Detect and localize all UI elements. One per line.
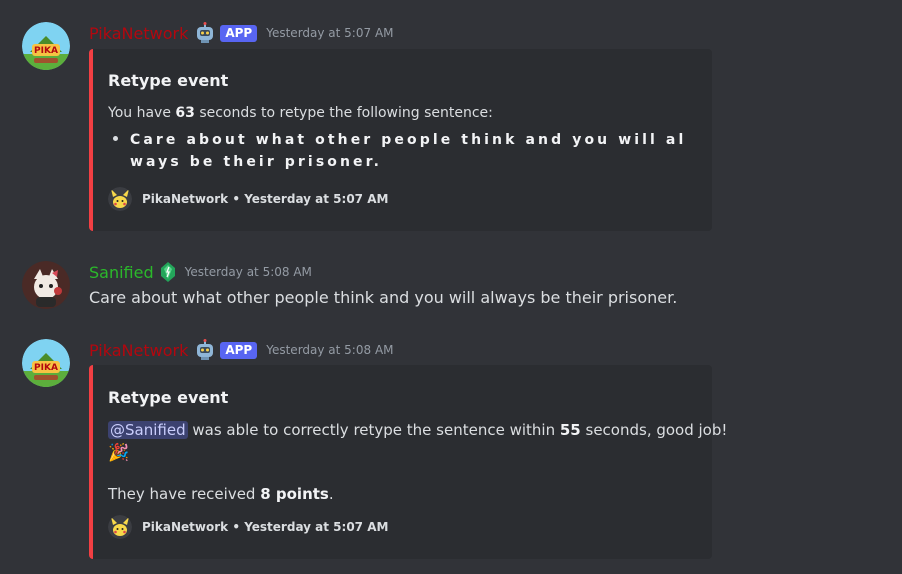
embed-description: You have 63 seconds to retype the follow… xyxy=(108,105,493,121)
points-text: They have received 8 points. xyxy=(108,485,334,503)
party-popper-icon: 🎉 xyxy=(108,443,130,463)
embed: Retype event You have 63 seconds to rety… xyxy=(89,49,712,231)
timestamp[interactable]: Yesterday at 5:08 AM xyxy=(266,343,393,357)
app-badge: APP xyxy=(220,24,258,42)
footer-text: PikaNetwork • Yesterday at 5:07 AM xyxy=(142,520,389,534)
embed-title: Retype event xyxy=(108,388,229,407)
bullet-line-1: Care about what other people think and y… xyxy=(130,132,687,148)
embed-title: Retype event xyxy=(108,71,229,90)
bullet-dot xyxy=(113,136,118,141)
embed-description: @Sanified was able to correctly retype t… xyxy=(108,421,728,439)
robot-emoji-icon xyxy=(197,339,214,360)
pikachu-icon xyxy=(108,187,132,211)
embed-footer: PikaNetwork • Yesterday at 5:07 AM xyxy=(108,187,388,211)
embed: Retype event @Sanified was able to corre… xyxy=(89,365,727,559)
svg-text:PIKA: PIKA xyxy=(34,363,58,373)
pikanetwork-logo-icon: PIKA xyxy=(22,339,70,387)
footer-text: PikaNetwork • Yesterday at 5:07 AM xyxy=(142,192,389,206)
sanified-avatar[interactable] xyxy=(22,261,70,309)
app-badge: APP xyxy=(220,341,258,359)
author-name[interactable]: PikaNetwork xyxy=(89,341,188,360)
green-gem-icon xyxy=(160,262,175,282)
pikanetwork-avatar[interactable]: PIKA xyxy=(22,339,70,387)
bullet-line-2: ways be their prisoner. xyxy=(130,154,383,170)
message-header: PikaNetwork APP Yesterday at 5:07 AM xyxy=(89,22,394,44)
pikanetwork-logo-icon: PIKA xyxy=(22,22,70,70)
svg-text:PIKA: PIKA xyxy=(34,46,58,56)
message-header: PikaNetwork APP Yesterday at 5:08 AM xyxy=(89,339,394,361)
author-name[interactable]: PikaNetwork xyxy=(89,24,188,43)
author-name[interactable]: Sanified xyxy=(89,263,154,282)
pikanetwork-avatar[interactable]: PIKA xyxy=(22,22,70,70)
user-mention[interactable]: @Sanified xyxy=(108,421,188,439)
message-header: Sanified Yesterday at 5:08 AM xyxy=(89,261,312,283)
user-avatar-icon xyxy=(22,261,70,309)
pikachu-icon xyxy=(108,515,132,539)
timestamp[interactable]: Yesterday at 5:08 AM xyxy=(185,265,312,279)
robot-emoji-icon xyxy=(197,22,214,43)
timestamp[interactable]: Yesterday at 5:07 AM xyxy=(266,26,393,40)
message-content: Care about what other people think and y… xyxy=(89,288,678,307)
bullet-item: Care about what other people think and y… xyxy=(108,129,698,175)
embed-footer: PikaNetwork • Yesterday at 5:07 AM xyxy=(108,515,388,539)
